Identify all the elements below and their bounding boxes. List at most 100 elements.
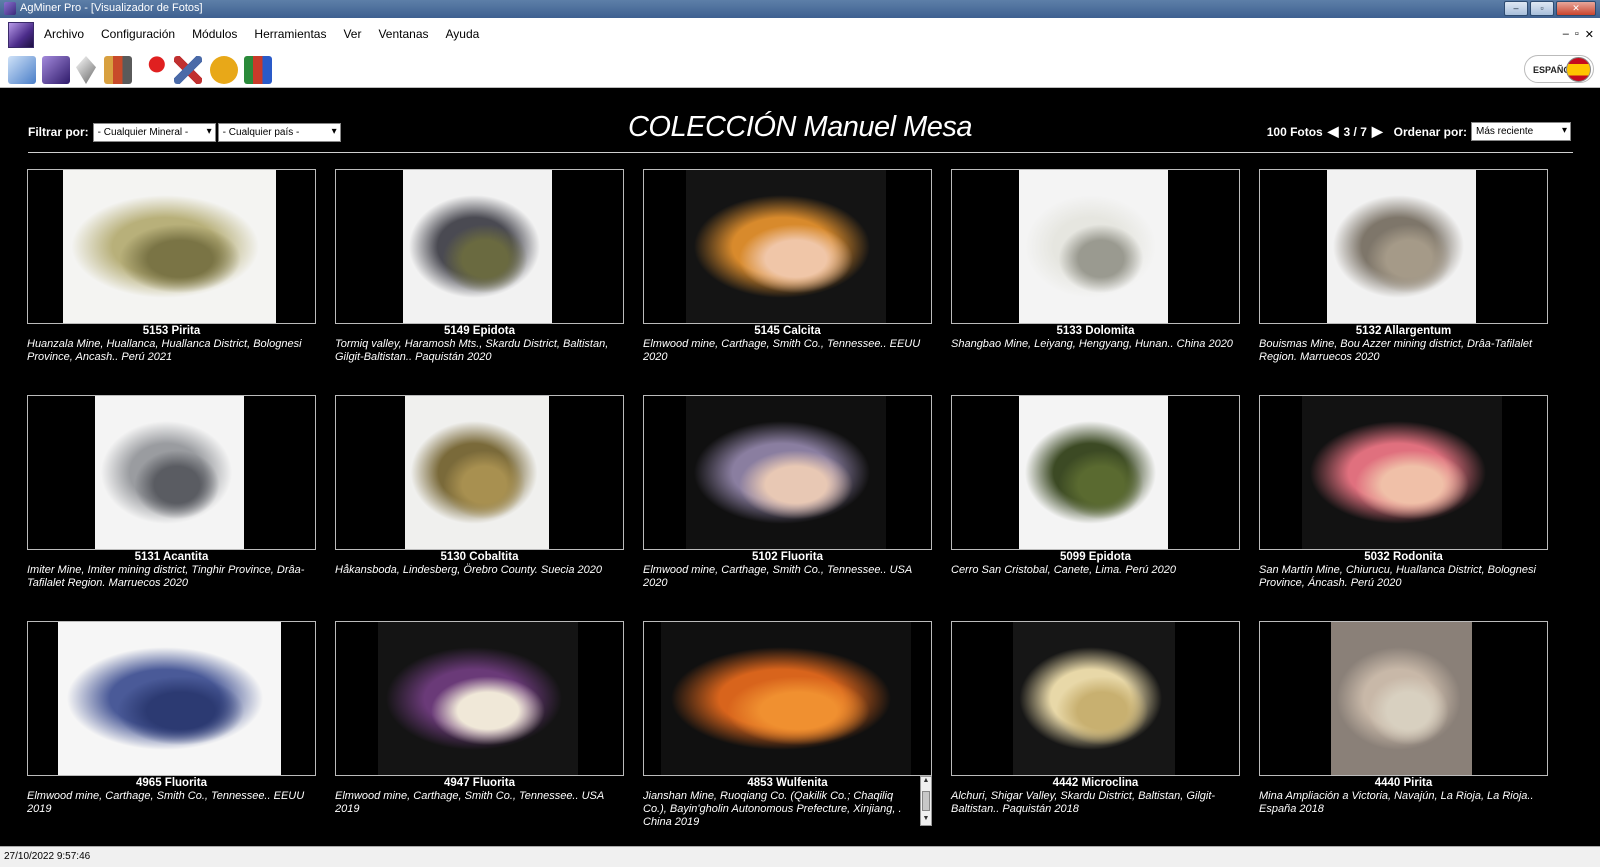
- menu-configuracion[interactable]: Configuración: [101, 27, 175, 41]
- child-close-button[interactable]: ✕: [1585, 28, 1594, 41]
- photo-location: Bouismas Mine, Bou Azzer mining district…: [1259, 338, 1533, 363]
- sort-select[interactable]: Más reciente: [1471, 122, 1571, 141]
- photo-card[interactable]: 5145 Calcita Elmwood mine, Carthage, Smit…: [643, 169, 932, 384]
- next-page-button[interactable]: ▶: [1372, 123, 1383, 140]
- close-button[interactable]: ✕: [1556, 1, 1596, 16]
- locality-pin-icon[interactable]: [140, 56, 168, 84]
- mineral-photo[interactable]: [378, 622, 578, 775]
- menu-ver[interactable]: Ver: [343, 27, 361, 41]
- menu-ventanas[interactable]: Ventanas: [378, 27, 428, 41]
- photo-title: 5130 Cobaltita: [440, 551, 519, 563]
- photo-card[interactable]: 5102 Fluorita Elmwood mine, Carthage, Smi…: [643, 395, 932, 610]
- photo-card[interactable]: 5133 Dolomita Shangbao Mine, Leiyang, Hen…: [951, 169, 1240, 384]
- mineral-filter-select[interactable]: - Cualquier Mineral -: [92, 122, 216, 142]
- child-window-controls: – ▫ ✕: [1563, 28, 1594, 41]
- child-minimize-button[interactable]: –: [1563, 28, 1569, 41]
- photo-card[interactable]: 4965 Fluorita Elmwood mine, Carthage, Smi…: [27, 621, 316, 836]
- photo-title: 5032 Rodonita: [1364, 551, 1443, 563]
- status-bar: 27/10/2022 9:57:46: [0, 846, 1600, 867]
- menu-archivo[interactable]: Archivo: [44, 27, 84, 41]
- photo-card[interactable]: 4947 Fluorita Elmwood mine, Carthage, Smi…: [335, 621, 624, 836]
- prev-page-button[interactable]: ◀: [1328, 123, 1339, 140]
- country-filter-select[interactable]: - Cualquier país -: [217, 122, 341, 142]
- photo-location: San Martín Mine, Chiurucu, Huallanca Dis…: [1259, 564, 1536, 589]
- minimize-button[interactable]: –: [1504, 1, 1528, 16]
- mineral-photo[interactable]: [405, 396, 549, 549]
- photo-card[interactable]: 5131 Acantita Imiter Mine, Imiter mining …: [27, 395, 316, 610]
- photo-card[interactable]: 5099 Epidota Cerro San Cristobal, Canete,…: [951, 395, 1240, 610]
- photo-location: Jianshan Mine, Ruoqiang Co. (Qakilik Co.…: [643, 790, 902, 828]
- photo-thumbnail-frame[interactable]: [1259, 395, 1548, 550]
- mineral-photo[interactable]: [1019, 170, 1168, 323]
- scroll-thumb[interactable]: [922, 791, 930, 811]
- photo-thumbnail-frame[interactable]: [27, 621, 316, 776]
- menu-ayuda[interactable]: Ayuda: [446, 27, 480, 41]
- menu-bar: Archivo Configuración Módulos Herramient…: [0, 18, 1600, 52]
- books-icon[interactable]: [244, 56, 272, 84]
- page-indicator: 3 / 7: [1343, 124, 1367, 139]
- photo-card[interactable]: 4440 Pirita Mina Ampliación a Victoria, N…: [1259, 621, 1548, 836]
- photo-card[interactable]: 5132 Allargentum Bouismas Mine, Bou Azzer…: [1259, 169, 1548, 384]
- photo-thumbnail-frame[interactable]: [951, 395, 1240, 550]
- child-restore-button[interactable]: ▫: [1575, 28, 1579, 41]
- mineral-photo[interactable]: [1013, 622, 1175, 775]
- minerals-icon[interactable]: [8, 56, 36, 84]
- tools-icon[interactable]: [174, 56, 202, 84]
- language-button[interactable]: ESPAÑOL: [1524, 55, 1594, 83]
- menu-herramientas[interactable]: Herramientas: [254, 27, 326, 41]
- mineral-photo[interactable]: [1019, 396, 1168, 549]
- photo-location: Elmwood mine, Carthage, Smith Co., Tenne…: [335, 790, 604, 815]
- photo-thumbnail-frame[interactable]: [643, 169, 932, 324]
- photo-card[interactable]: 5130 Cobaltita Håkansboda, Lindesberg, Ör…: [335, 395, 624, 610]
- mineral-photo[interactable]: [403, 170, 552, 323]
- photo-location: Imiter Mine, Imiter mining district, Tin…: [27, 564, 305, 589]
- photo-card[interactable]: 4442 Microclina Alchuri, Shigar Valley, S…: [951, 621, 1240, 836]
- photo-title: 5102 Fluorita: [752, 551, 823, 563]
- mineral-photo[interactable]: [1302, 396, 1502, 549]
- photo-thumbnail-frame[interactable]: [643, 621, 932, 776]
- photo-thumbnail-frame[interactable]: [27, 169, 316, 324]
- photo-title: 5132 Allargentum: [1355, 325, 1452, 337]
- location-scrollbar[interactable]: ▲ ▼: [920, 776, 932, 826]
- menu-modulos[interactable]: Módulos: [192, 27, 237, 41]
- photo-location: Tormiq valley, Haramosh Mts., Skardu Dis…: [335, 338, 609, 363]
- photo-title: 5145 Calcita: [754, 325, 821, 337]
- scroll-down-arrow-icon[interactable]: ▼: [921, 815, 931, 825]
- photo-location: Elmwood mine, Carthage, Smith Co., Tenne…: [643, 338, 921, 363]
- photo-thumbnail-frame[interactable]: [335, 169, 624, 324]
- header-divider: [28, 152, 1573, 153]
- mineral-photo[interactable]: [58, 622, 281, 775]
- spain-flag-icon: [1566, 57, 1591, 82]
- scroll-up-arrow-icon[interactable]: ▲: [921, 777, 931, 787]
- photo-thumbnail-frame[interactable]: [1259, 621, 1548, 776]
- photo-title: 4853 Wulfenita: [747, 777, 828, 789]
- photo-thumbnail-frame[interactable]: [951, 621, 1240, 776]
- photo-location: Mina Ampliación a Victoria, Navajún, La …: [1259, 790, 1534, 815]
- collection-icon[interactable]: [42, 56, 70, 84]
- photo-thumbnail-frame[interactable]: [27, 395, 316, 550]
- mineral-photo[interactable]: [686, 170, 886, 323]
- photo-card[interactable]: 4853 Wulfenita Jianshan Mine, Ruoqiang Co…: [643, 621, 932, 836]
- photo-title: 4440 Pirita: [1374, 777, 1433, 789]
- photo-location: Elmwood mine, Carthage, Smith Co., Tenne…: [27, 790, 305, 815]
- maximize-button[interactable]: ▫: [1530, 1, 1554, 16]
- photo-card[interactable]: 5153 Pirita Huanzala Mine, Huallanca, Hua…: [27, 169, 316, 384]
- mineral-photo[interactable]: [1331, 622, 1472, 775]
- photo-thumbnail-frame[interactable]: [1259, 169, 1548, 324]
- photo-location: Alchuri, Shigar Valley, Skardu District,…: [951, 790, 1216, 815]
- photo-card[interactable]: 5032 Rodonita San Martín Mine, Chiurucu, …: [1259, 395, 1548, 610]
- photo-title: 5133 Dolomita: [1056, 325, 1135, 337]
- miner-icon[interactable]: [210, 56, 238, 84]
- photo-thumbnail-frame[interactable]: [643, 395, 932, 550]
- mineral-photo[interactable]: [1327, 170, 1476, 323]
- chart-icon[interactable]: [104, 56, 132, 84]
- mineral-photo[interactable]: [686, 396, 886, 549]
- photo-thumbnail-frame[interactable]: [335, 621, 624, 776]
- photo-thumbnail-frame[interactable]: [951, 169, 1240, 324]
- photo-card[interactable]: 5149 Epidota Tormiq valley, Haramosh Mts.…: [335, 169, 624, 384]
- crystal-icon[interactable]: [76, 56, 96, 84]
- mineral-photo[interactable]: [95, 396, 244, 549]
- mineral-photo[interactable]: [661, 622, 911, 775]
- mineral-photo[interactable]: [63, 170, 276, 323]
- photo-thumbnail-frame[interactable]: [335, 395, 624, 550]
